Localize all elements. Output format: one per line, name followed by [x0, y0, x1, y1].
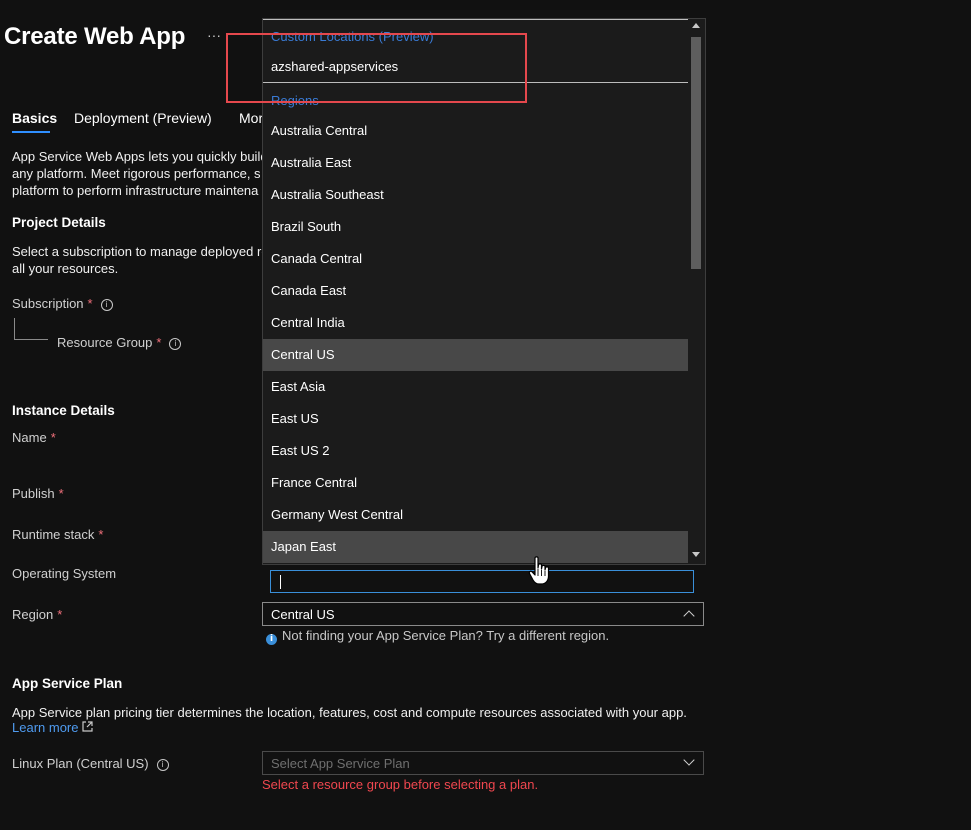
text-caret: [280, 575, 281, 589]
region-select[interactable]: Central US: [262, 602, 704, 626]
tab-deployment[interactable]: Deployment (Preview): [74, 110, 212, 126]
dropdown-option-region[interactable]: France Central: [263, 467, 688, 499]
info-icon: i: [266, 634, 277, 645]
subscription-label: Subscription * i: [12, 296, 113, 311]
tab-basics[interactable]: Basics: [12, 110, 57, 126]
learn-more-text[interactable]: Learn more: [12, 720, 78, 735]
dropdown-option-region[interactable]: Australia East: [263, 147, 688, 179]
info-icon[interactable]: i: [100, 299, 113, 311]
highlight-annotation-box: [226, 33, 527, 103]
region-label-text: Region: [12, 607, 54, 622]
project-details-heading: Project Details: [12, 215, 106, 230]
subscription-label-text: Subscription: [12, 296, 84, 311]
external-link-icon: [82, 721, 93, 732]
info-icon[interactable]: i: [156, 759, 169, 771]
publish-label: Publish *: [12, 486, 64, 501]
dropdown-option-region[interactable]: Germany West Central: [263, 499, 688, 531]
tab-monitoring[interactable]: Mor: [239, 110, 263, 126]
resource-group-label-text: Resource Group: [57, 335, 153, 350]
dropdown-option-region-hovered[interactable]: Japan East: [263, 531, 688, 563]
region-label: Region *: [12, 607, 62, 622]
resource-group-label: Resource Group * i: [57, 335, 182, 350]
dropdown-option-region[interactable]: Australia Southeast: [263, 179, 688, 211]
chevron-down-icon: [683, 754, 695, 766]
dropdown-scrollbar[interactable]: [688, 19, 704, 564]
scrollbar-thumb[interactable]: [691, 37, 701, 269]
page-title: Create Web App: [4, 23, 186, 50]
dropdown-option-region[interactable]: East Asia: [263, 371, 688, 403]
region-hint: i Not finding your App Service Plan? Try …: [266, 628, 609, 645]
scroll-up-arrow-icon[interactable]: [692, 23, 700, 28]
dropdown-option-region[interactable]: East US 2: [263, 435, 688, 467]
intro-line-1: App Service Web Apps lets you quickly bu…: [12, 149, 268, 164]
required-marker: *: [98, 527, 104, 542]
app-service-plan-error: Select a resource group before selecting…: [262, 777, 539, 792]
dropdown-option-region[interactable]: Central India: [263, 307, 688, 339]
region-filter-input[interactable]: [270, 570, 694, 593]
app-service-plan-desc: App Service plan pricing tier determines…: [12, 705, 687, 720]
project-desc-line-2: all your resources.: [12, 261, 119, 276]
active-tab-indicator: [12, 131, 50, 133]
operating-system-label: Operating System: [12, 566, 117, 581]
publish-label-text: Publish: [12, 486, 55, 501]
info-icon[interactable]: i: [169, 338, 182, 350]
app-service-plan-select[interactable]: Select App Service Plan: [262, 751, 704, 775]
scroll-down-arrow-icon[interactable]: [692, 552, 700, 557]
required-marker: *: [87, 296, 93, 311]
hand-pointer-icon: [528, 556, 550, 585]
region-hint-text: Not finding your App Service Plan? Try a…: [282, 628, 610, 643]
dropdown-option-region[interactable]: Canada Central: [263, 243, 688, 275]
linux-plan-label-text: Linux Plan (Central US): [12, 756, 149, 771]
tree-connector: [14, 318, 48, 340]
runtime-stack-label-text: Runtime stack: [12, 527, 95, 542]
linux-plan-label: Linux Plan (Central US) i: [12, 756, 169, 771]
region-select-value: Central US: [271, 607, 335, 622]
dropdown-top-divider: [263, 19, 688, 20]
required-marker: *: [58, 486, 64, 501]
required-marker: *: [57, 607, 63, 622]
dropdown-option-region[interactable]: Brazil South: [263, 211, 688, 243]
intro-line-3: platform to perform infrastructure maint…: [12, 183, 259, 198]
more-options-button[interactable]: ···: [207, 27, 221, 43]
instance-details-heading: Instance Details: [12, 403, 115, 418]
required-marker: *: [156, 335, 162, 350]
dropdown-option-region[interactable]: Australia Central: [263, 115, 688, 147]
name-label: Name *: [12, 430, 56, 445]
dropdown-option-region-selected[interactable]: Central US: [263, 339, 688, 371]
app-service-plan-placeholder: Select App Service Plan: [271, 756, 410, 771]
dropdown-option-region[interactable]: East US: [263, 403, 688, 435]
name-label-text: Name: [12, 430, 47, 445]
project-desc-line-1: Select a subscription to manage deployed…: [12, 244, 269, 259]
runtime-stack-label: Runtime stack *: [12, 527, 103, 542]
app-service-plan-heading: App Service Plan: [12, 676, 123, 691]
dropdown-option-region[interactable]: Canada East: [263, 275, 688, 307]
learn-more-link[interactable]: Learn more: [12, 720, 93, 735]
intro-line-2: any platform. Meet rigorous performance,…: [12, 166, 261, 181]
chevron-up-icon: [683, 610, 695, 622]
required-marker: *: [50, 430, 56, 445]
